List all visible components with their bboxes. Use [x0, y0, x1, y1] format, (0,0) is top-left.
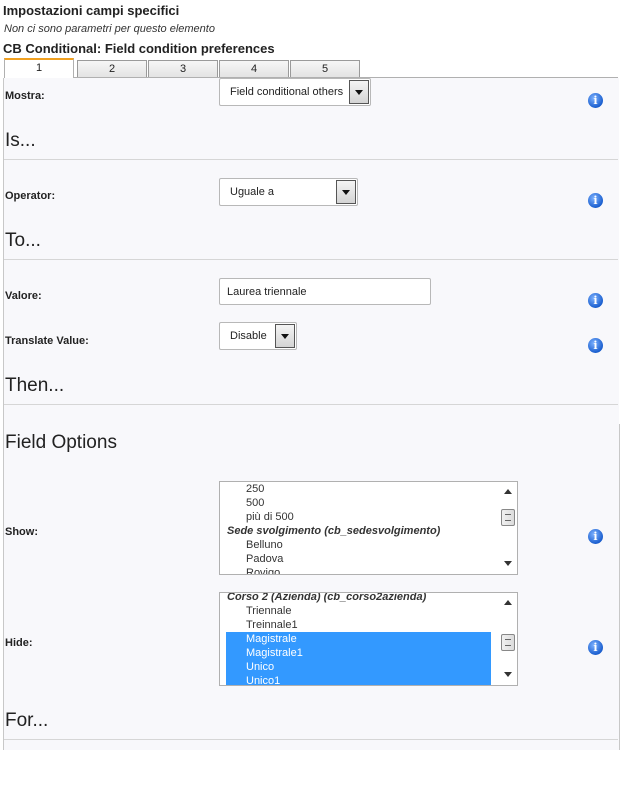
- list-option-group: Corso 2 (Azienda) (cb_corso2azienda): [227, 592, 427, 603]
- page-heading: Impostazioni campi specifici: [3, 3, 180, 18]
- list-option-selected[interactable]: Unico1: [226, 674, 491, 685]
- list-option[interactable]: Treinnale1: [226, 618, 491, 632]
- tab-5[interactable]: 5: [290, 60, 360, 78]
- page-subtitle: Non ci sono parametri per questo element…: [4, 23, 215, 35]
- list-option[interactable]: 250: [226, 482, 491, 496]
- translate-value-label: Translate Value:: [5, 335, 89, 347]
- listbox-scrollbar[interactable]: [500, 482, 517, 574]
- list-option[interactable]: 500: [226, 496, 491, 510]
- list-option[interactable]: più di 500: [226, 510, 491, 524]
- list-option[interactable]: Padova: [226, 552, 491, 566]
- divider: [4, 259, 618, 260]
- section-is: Is...: [5, 130, 36, 151]
- mostra-select-value: Field conditional others: [230, 86, 344, 98]
- list-option-group: Sede svolgimento (cb_sedesvolgimento): [227, 525, 441, 537]
- mostra-label: Mostra:: [5, 90, 45, 102]
- operator-select[interactable]: Uguale a: [219, 178, 358, 206]
- list-option-selected[interactable]: Magistrale: [226, 632, 491, 646]
- chevron-down-icon[interactable]: [336, 180, 356, 204]
- valore-input-value: Laurea triennale: [227, 286, 307, 298]
- mostra-select[interactable]: Field conditional others: [219, 78, 371, 106]
- translate-value-select-value: Disable: [230, 330, 267, 342]
- valore-input[interactable]: Laurea triennale: [219, 278, 431, 305]
- section-field-options: Field Options: [5, 432, 117, 453]
- divider: [4, 159, 618, 160]
- hide-label: Hide:: [5, 637, 33, 649]
- operator-select-value: Uguale a: [230, 186, 275, 198]
- scroll-up-icon[interactable]: [504, 489, 512, 494]
- list-option[interactable]: Triennale: [226, 604, 491, 618]
- list-option-selected[interactable]: Magistrale1: [226, 646, 491, 660]
- info-icon[interactable]: i: [588, 529, 603, 544]
- section-then: Then...: [5, 375, 65, 396]
- valore-label: Valore:: [5, 290, 42, 302]
- section-for: For...: [5, 710, 49, 731]
- section-to: To...: [5, 230, 41, 251]
- scrollbar-thumb[interactable]: [501, 634, 515, 651]
- info-icon[interactable]: i: [588, 293, 603, 308]
- list-option[interactable]: Rovigo: [226, 566, 491, 574]
- tab-2[interactable]: 2: [77, 60, 147, 78]
- scrollbar-thumb[interactable]: [501, 509, 515, 526]
- show-listbox[interactable]: 250 500 più di 500 Sede svolgimento (cb_…: [219, 481, 518, 575]
- listbox-scrollbar[interactable]: [500, 593, 517, 685]
- tab-3[interactable]: 3: [148, 60, 218, 78]
- show-label: Show:: [5, 526, 38, 538]
- info-icon[interactable]: i: [588, 93, 603, 108]
- list-option[interactable]: Belluno: [226, 538, 491, 552]
- hide-listbox[interactable]: Corso 2 (Azienda) (cb_corso2azienda) Tri…: [219, 592, 518, 686]
- plugin-title: CB Conditional: Field condition preferen…: [3, 41, 275, 56]
- chevron-down-icon[interactable]: [349, 80, 369, 104]
- info-icon[interactable]: i: [588, 338, 603, 353]
- tab-1[interactable]: 1: [4, 58, 74, 78]
- scroll-down-icon[interactable]: [504, 672, 512, 677]
- divider: [4, 739, 618, 740]
- chevron-down-icon[interactable]: [275, 324, 295, 348]
- divider: [4, 404, 618, 405]
- info-icon[interactable]: i: [588, 640, 603, 655]
- translate-value-select[interactable]: Disable: [219, 322, 297, 350]
- info-icon[interactable]: i: [588, 193, 603, 208]
- list-option-selected[interactable]: Unico: [226, 660, 491, 674]
- scroll-up-icon[interactable]: [504, 600, 512, 605]
- scroll-down-icon[interactable]: [504, 561, 512, 566]
- operator-label: Operator:: [5, 190, 56, 202]
- tab-4[interactable]: 4: [219, 60, 289, 78]
